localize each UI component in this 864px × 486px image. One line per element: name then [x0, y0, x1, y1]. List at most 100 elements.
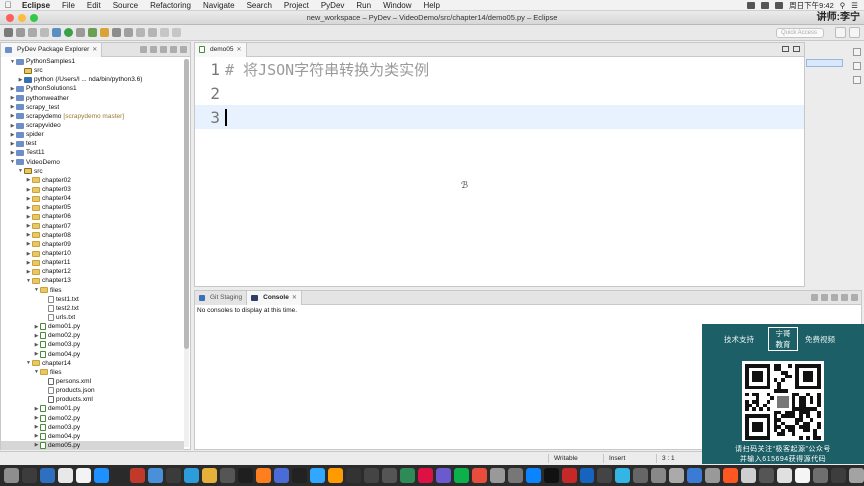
dock-app-icon[interactable]	[471, 468, 487, 483]
dock-app-icon[interactable]	[579, 468, 595, 483]
tab-console[interactable]: Console ✕	[247, 290, 302, 305]
collapsed-arrow-icon[interactable]: ▶	[9, 86, 16, 92]
tree-item[interactable]: ▼ chapter14	[1, 359, 184, 368]
tab-package-explorer[interactable]: PyDev Package Explorer ✕	[1, 42, 103, 57]
maximize-icon[interactable]	[180, 46, 187, 53]
collapsed-arrow-icon[interactable]: ▶	[25, 251, 32, 257]
tree-item[interactable]: src	[1, 66, 184, 75]
dock-app-icon[interactable]	[75, 468, 91, 483]
close-icon[interactable]: ✕	[237, 46, 242, 53]
collapsed-arrow-icon[interactable]: ▶	[25, 205, 32, 211]
apple-icon[interactable]: 	[0, 0, 16, 10]
view-menu-icon[interactable]	[160, 46, 167, 53]
dock-app-icon[interactable]	[831, 468, 847, 483]
tree-item[interactable]: ▶ demo03.py	[1, 423, 184, 432]
dock-app-icon[interactable]	[525, 468, 541, 483]
dock-app-icon[interactable]	[255, 468, 271, 483]
maximize-icon[interactable]	[851, 294, 858, 301]
save-icon[interactable]	[16, 28, 25, 37]
status-insert-mode[interactable]: Insert	[609, 455, 625, 462]
expanded-arrow-icon[interactable]: ▼	[17, 168, 24, 174]
explorer-scrollbar[interactable]	[184, 59, 189, 447]
dock-app-icon[interactable]	[111, 468, 127, 483]
explorer-scroll-thumb[interactable]	[184, 59, 189, 349]
dock-app-icon[interactable]	[345, 468, 361, 483]
collapsed-arrow-icon[interactable]: ▶	[25, 260, 32, 266]
menu-app-name[interactable]: Eclipse	[16, 1, 56, 10]
dock-app-icon[interactable]	[489, 468, 505, 483]
menu-navigate[interactable]: Navigate	[197, 1, 241, 10]
quick-access-field[interactable]: Quick Access	[776, 28, 824, 38]
battery-icon[interactable]	[775, 1, 784, 9]
collapsed-arrow-icon[interactable]: ▶	[25, 177, 32, 183]
collapsed-arrow-icon[interactable]: ▶	[33, 415, 40, 421]
tree-item[interactable]: ▶ test	[1, 139, 184, 148]
tree-item[interactable]: ▶ chapter07	[1, 222, 184, 231]
dock-app-icon[interactable]	[597, 468, 613, 483]
collapsed-arrow-icon[interactable]: ▶	[33, 424, 40, 430]
dock-app-icon[interactable]	[561, 468, 577, 483]
dock-app-icon[interactable]	[399, 468, 415, 483]
menu-help[interactable]: Help	[418, 1, 446, 10]
menu-search[interactable]: Search	[241, 1, 278, 10]
link-editor-icon[interactable]	[150, 46, 157, 53]
code-line[interactable]: 2	[195, 81, 804, 105]
dock-app-icon[interactable]	[147, 468, 163, 483]
menu-project[interactable]: Project	[278, 1, 315, 10]
collapsed-arrow-icon[interactable]: ▶	[25, 223, 32, 229]
collapsed-arrow-icon[interactable]: ▶	[9, 141, 16, 147]
menu-window[interactable]: Window	[377, 1, 417, 10]
collapsed-arrow-icon[interactable]: ▶	[25, 214, 32, 220]
tree-item[interactable]: ▶ demo05.py	[1, 440, 184, 450]
dock-app-icon[interactable]	[57, 468, 73, 483]
tree-item[interactable]: ▶ chapter03	[1, 185, 184, 194]
outline-icon[interactable]	[853, 48, 861, 56]
dock-app-icon[interactable]	[435, 468, 451, 483]
tab-git-staging[interactable]: Git Staging	[195, 290, 248, 305]
dock-app-icon[interactable]	[21, 468, 37, 483]
close-window-button[interactable]	[6, 14, 14, 22]
collapsed-arrow-icon[interactable]: ▶	[33, 406, 40, 412]
tree-item[interactable]: ▶ spider	[1, 130, 184, 139]
tree-item[interactable]: persons.xml	[1, 377, 184, 386]
pydev-perspective-icon[interactable]	[849, 27, 860, 38]
problems-icon[interactable]	[853, 76, 861, 84]
dock-app-icon[interactable]	[651, 468, 667, 483]
run-icon[interactable]	[64, 28, 73, 37]
open-folder-icon[interactable]	[100, 28, 109, 37]
minimize-icon[interactable]	[782, 46, 789, 52]
minimize-icon[interactable]	[841, 294, 848, 301]
tree-item[interactable]: ▼ files	[1, 286, 184, 295]
expanded-arrow-icon[interactable]: ▼	[9, 59, 16, 65]
expanded-arrow-icon[interactable]: ▼	[33, 369, 40, 375]
tree-item[interactable]: products.xml	[1, 395, 184, 404]
tree-item[interactable]: ▼ src	[1, 167, 184, 176]
expanded-arrow-icon[interactable]: ▼	[9, 159, 16, 165]
menu-pydev[interactable]: PyDev	[315, 1, 351, 10]
tree-item[interactable]: ▼ VideoDemo	[1, 158, 184, 167]
tree-item[interactable]: ▶ PythonSolutions1	[1, 84, 184, 93]
close-icon[interactable]: ✕	[292, 294, 297, 301]
tree-item[interactable]: ▼ chapter13	[1, 276, 184, 285]
tree-item[interactable]: ▶ demo02.py	[1, 413, 184, 422]
tree-item[interactable]: ▶ chapter02	[1, 176, 184, 185]
tree-item[interactable]: ▶ demo04.py	[1, 350, 184, 359]
list-icon[interactable]: ☰	[851, 1, 858, 10]
tree-item[interactable]: ▶ demo02.py	[1, 331, 184, 340]
expanded-arrow-icon[interactable]: ▼	[33, 287, 40, 293]
open-console-icon[interactable]	[831, 294, 838, 301]
wifi-icon[interactable]	[761, 1, 770, 9]
collapsed-arrow-icon[interactable]: ▶	[9, 150, 16, 156]
collapsed-arrow-icon[interactable]: ▶	[33, 324, 40, 330]
tree-item[interactable]: ▶ Test11	[1, 148, 184, 157]
tree-item[interactable]: ▶ demo01.py	[1, 404, 184, 413]
tree-item[interactable]: ▶ scrapydemo [scrapydemo master]	[1, 112, 184, 121]
tree-item[interactable]: ▶ demo04.py	[1, 432, 184, 441]
tree-item[interactable]: ▶ chapter09	[1, 240, 184, 249]
dock-app-icon[interactable]	[129, 468, 145, 483]
collapse-all-icon[interactable]	[140, 46, 147, 53]
collapsed-arrow-icon[interactable]: ▶	[9, 104, 16, 110]
tab-demo05[interactable]: demo05 ✕	[195, 42, 247, 57]
print-icon[interactable]	[40, 28, 49, 37]
collapsed-arrow-icon[interactable]: ▶	[33, 433, 40, 439]
